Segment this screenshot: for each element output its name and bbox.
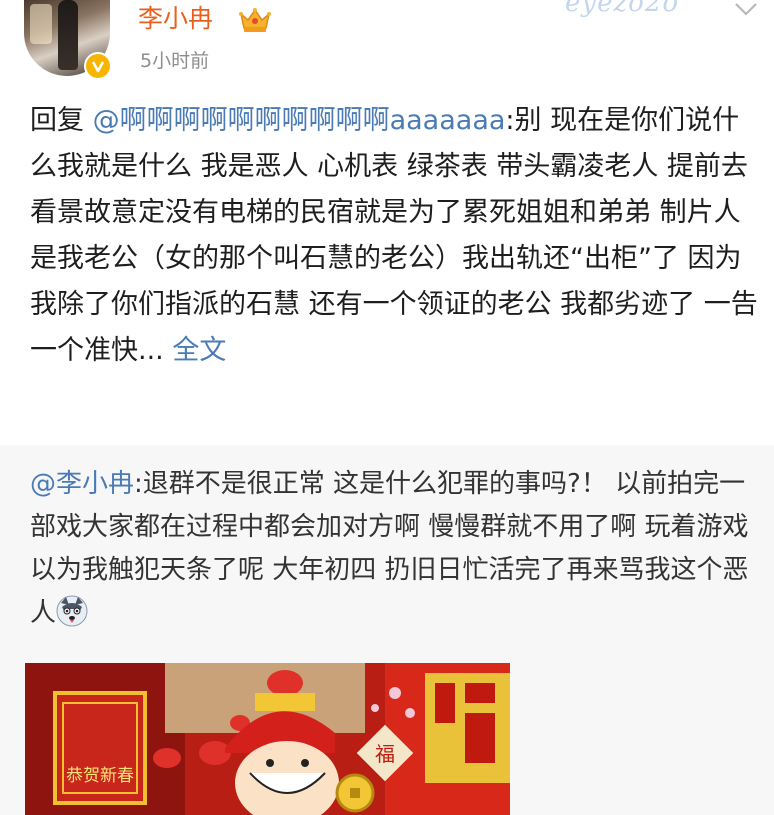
quoted-image[interactable]: 恭贺新春 福 [25, 663, 510, 815]
image-fu-text: 福 [375, 742, 395, 766]
post-timestamp: 5小时前 [140, 50, 210, 72]
author-name[interactable]: 李小冉 [138, 4, 213, 34]
verified-badge-icon [84, 52, 112, 80]
quoted-post-body: @李小冉:退群不是很正常 这是什么犯罪的事吗?！ 以前拍完一部戏大家都在过程中都… [30, 463, 765, 635]
husky-emoji-icon [56, 595, 88, 627]
quoted-post[interactable]: @李小冉:退群不是很正常 这是什么犯罪的事吗?！ 以前拍完一部戏大家都在过程中都… [0, 445, 774, 815]
reply-prefix: 回复 [30, 105, 84, 136]
image-sign-text: 恭贺新春 [66, 766, 134, 786]
read-more-link[interactable]: 全文 [172, 335, 226, 366]
post-body: 回复 @啊啊啊啊啊啊啊啊啊啊aaaaaaa:别 现在是你们说什么我就是什么 我是… [30, 98, 760, 374]
chevron-down-icon[interactable] [733, 0, 759, 20]
avatar-background [30, 4, 52, 44]
reply-mention-link[interactable]: @啊啊啊啊啊啊啊啊啊啊aaaaaaa [93, 105, 506, 136]
quoted-body-text: :退群不是很正常 这是什么犯罪的事吗?！ 以前拍完一部戏大家都在过程中都会加对方… [30, 469, 749, 628]
quoted-author-mention[interactable]: @李小冉 [30, 469, 134, 499]
post-header: 李小冉 5小时前 eyezo2o [0, 0, 774, 95]
post-body-text: :别 现在是你们说什么我就是什么 我是恶人 心机表 绿茶表 带头霸凌老人 提前去… [30, 105, 758, 366]
spring-festival-illustration: 恭贺新春 福 [25, 663, 510, 815]
vip-crown-icon[interactable] [238, 6, 272, 34]
avatar-figure [58, 0, 78, 70]
watermark: eyezo2o [565, 0, 680, 18]
